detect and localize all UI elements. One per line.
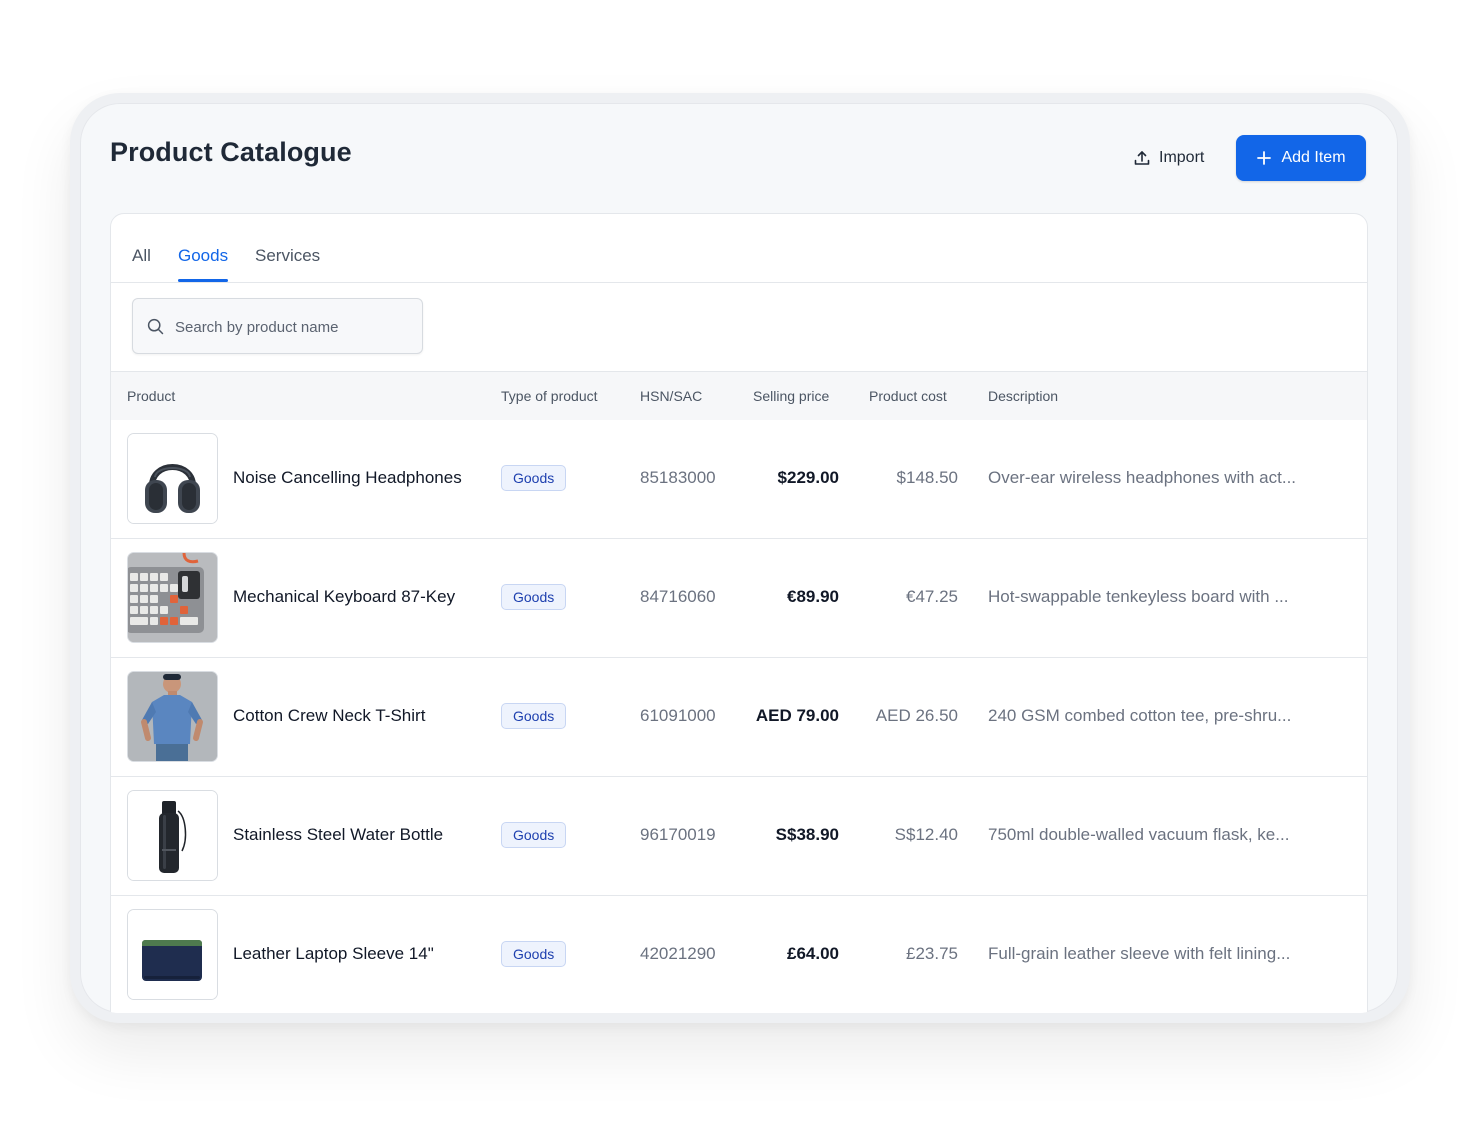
product-cost: €47.25 xyxy=(906,587,958,606)
selling-price: AED 79.00 xyxy=(755,706,839,725)
hsn-code: 84716060 xyxy=(640,587,716,606)
type-badge: Goods xyxy=(501,465,567,491)
tshirt-image xyxy=(128,672,217,761)
keyboard-image xyxy=(128,553,217,642)
hsn-code: 42021290 xyxy=(640,944,716,963)
laptop-sleeve-image xyxy=(128,910,217,999)
tab-services[interactable]: Services xyxy=(255,246,320,266)
table-row[interactable]: Stainless Steel Water Bottle Goods 96170… xyxy=(111,777,1367,896)
type-badge: Goods xyxy=(501,941,567,967)
product-cost: S$12.40 xyxy=(894,825,958,844)
product-thumbnail xyxy=(127,433,218,524)
hsn-code: 61091000 xyxy=(640,706,716,725)
hsn-code: 96170019 xyxy=(640,825,716,844)
product-description: Over-ear wireless headphones with act... xyxy=(988,468,1297,487)
selling-price: S$38.90 xyxy=(775,825,839,844)
catalogue-card: All Goods Services Product Type of produ… xyxy=(110,213,1368,1013)
product-description: Hot-swappable tenkeyless board with ... xyxy=(988,587,1289,606)
search-box[interactable] xyxy=(132,298,423,354)
search-area xyxy=(111,283,1367,371)
page-title: Product Catalogue xyxy=(110,137,352,167)
search-icon xyxy=(147,318,164,335)
column-header-type[interactable]: Type of product xyxy=(501,388,598,404)
plus-icon xyxy=(1257,151,1272,165)
product-thumbnail xyxy=(127,552,218,643)
upload-icon xyxy=(1134,151,1150,165)
import-button[interactable]: Import xyxy=(1125,138,1212,178)
product-description: 240 GSM combed cotton tee, pre-shru... xyxy=(988,706,1292,725)
type-badge: Goods xyxy=(501,703,567,729)
product-cost: AED 26.50 xyxy=(875,706,958,725)
column-header-hsn[interactable]: HSN/SAC xyxy=(640,388,702,404)
add-item-label: Add Item xyxy=(1281,149,1346,166)
import-label: Import xyxy=(1159,149,1205,166)
type-badge: Goods xyxy=(501,584,567,610)
product-thumbnail xyxy=(127,909,218,1000)
selling-price: $229.00 xyxy=(777,468,839,487)
tab-goods[interactable]: Goods xyxy=(178,246,229,282)
add-item-button[interactable]: Add Item xyxy=(1236,135,1366,181)
hsn-code: 85183000 xyxy=(640,468,716,487)
table-row[interactable]: Mechanical Keyboard 87-Key Goods 8471606… xyxy=(111,539,1367,658)
search-input[interactable] xyxy=(173,313,407,341)
product-name[interactable]: Mechanical Keyboard 87-Key xyxy=(233,587,455,607)
table-row[interactable]: Cotton Crew Neck T-Shirt Goods 61091000 … xyxy=(111,658,1367,777)
column-header-product[interactable]: Product xyxy=(127,388,175,404)
column-header-description[interactable]: Description xyxy=(988,388,1058,404)
product-name[interactable]: Cotton Crew Neck T-Shirt xyxy=(233,706,425,726)
product-thumbnail xyxy=(127,790,218,881)
product-thumbnail xyxy=(127,671,218,762)
tab-all[interactable]: All xyxy=(132,246,151,266)
type-badge: Goods xyxy=(501,822,567,848)
table-row[interactable]: Noise Cancelling Headphones Goods 851830… xyxy=(111,420,1367,539)
product-name[interactable]: Noise Cancelling Headphones xyxy=(233,468,462,488)
app-screen: Product Catalogue Import Add Item All Go… xyxy=(80,103,1398,1013)
product-description: 750ml double-walled vacuum flask, ke... xyxy=(988,825,1290,844)
column-header-selling-price[interactable]: Selling price xyxy=(753,388,829,404)
table-row[interactable]: Leather Laptop Sleeve 14" Goods 42021290… xyxy=(111,896,1367,1013)
table-header: Product Type of product HSN/SAC Selling … xyxy=(111,371,1367,421)
product-name[interactable]: Stainless Steel Water Bottle xyxy=(233,825,443,845)
headphones-image xyxy=(128,434,217,523)
product-cost: £23.75 xyxy=(906,944,958,963)
column-header-product-cost[interactable]: Product cost xyxy=(869,388,947,404)
selling-price: £64.00 xyxy=(787,944,839,963)
product-description: Full-grain leather sleeve with felt lini… xyxy=(988,944,1291,963)
bottle-image xyxy=(128,791,217,880)
product-cost: $148.50 xyxy=(896,468,958,487)
product-name[interactable]: Leather Laptop Sleeve 14" xyxy=(233,944,434,964)
selling-price: €89.90 xyxy=(787,587,839,606)
tab-bar: All Goods Services xyxy=(111,214,1367,283)
